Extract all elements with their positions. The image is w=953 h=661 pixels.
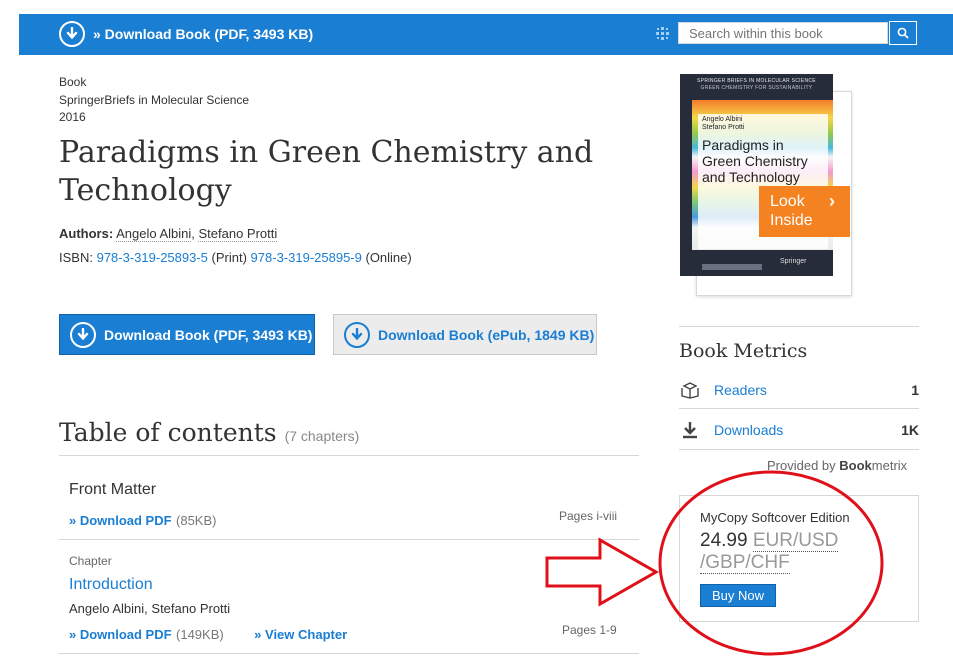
chapter-label: Chapter	[69, 554, 112, 568]
chapter-title-link[interactable]: Introduction	[69, 576, 153, 594]
metric-downloads-value: 1K	[901, 422, 919, 438]
file-size: (149KB)	[176, 627, 224, 642]
cover-series-subline: GREEN CHEMISTRY FOR SUSTAINABILITY	[700, 85, 813, 91]
toc-heading-text: Table of contents	[59, 418, 277, 447]
publication-year: 2016	[59, 110, 86, 124]
book-metrics-heading: Book Metrics	[679, 340, 808, 362]
metric-readers-value: 1	[911, 382, 919, 398]
metric-readers: Readers 1	[679, 378, 919, 402]
search-button[interactable]	[889, 21, 917, 45]
metric-downloads: Downloads 1K	[679, 418, 919, 442]
file-size: (85KB)	[176, 513, 217, 528]
isbn-online-suffix: (Online)	[365, 250, 412, 265]
page-range: Pages 1-9	[562, 623, 617, 637]
red-arrow-icon	[545, 537, 660, 607]
download-circle-icon	[344, 321, 370, 348]
isbn-print-suffix: (Print)	[211, 250, 247, 265]
top-download-bar: » Download Book (PDF, 3493 KB)	[19, 14, 953, 55]
divider	[59, 539, 639, 540]
toc-heading: Table of contents (7 chapters)	[59, 418, 359, 447]
look-inside-button[interactable]: Look Inside ›	[759, 186, 850, 237]
price-amount: 24.99	[700, 530, 748, 551]
isbn-label: ISBN:	[59, 250, 93, 265]
divider	[679, 326, 919, 327]
isbn-online-link[interactable]: 978-3-319-25895-9	[251, 250, 362, 265]
toc-item-title: Front Matter	[69, 481, 157, 498]
author-link-protti[interactable]: Stefano Protti	[198, 226, 278, 242]
cover-series-line: SPRINGER BRIEFS IN MOLECULAR SCIENCE	[697, 78, 816, 84]
download-epub-button[interactable]: Download Book (ePub, 1849 KB)	[333, 314, 597, 355]
isbn-line: ISBN: 978-3-319-25893-5 (Print) 978-3-31…	[59, 250, 412, 265]
download-pdf-label: Download Book (PDF, 3493 KB)	[104, 326, 313, 343]
chapter-authors: Angelo Albini, Stefano Protti	[69, 601, 231, 616]
search-icon	[897, 27, 909, 39]
toc-chapter-count: (7 chapters)	[284, 428, 360, 444]
bookmetrix-book: Book	[839, 458, 872, 473]
cover-author-1: Angelo Albini	[702, 116, 743, 123]
toc-item-download-row: » Download PDF (85KB)	[69, 512, 216, 530]
authors-line: Authors: Angelo Albini, Stefano Protti	[59, 226, 278, 242]
download-circle-icon	[59, 21, 85, 47]
authors-label: Authors:	[59, 226, 114, 241]
cover-publisher: Springer	[780, 258, 807, 265]
download-circle-icon	[70, 321, 96, 348]
download-pdf-button[interactable]: Download Book (PDF, 3493 KB)	[59, 314, 315, 355]
content-type: Book	[59, 75, 87, 89]
cover-author-2: Stefano Protti	[702, 124, 745, 131]
mycopy-price: 24.99 EUR/USD /GBP/CHF	[700, 530, 870, 574]
page-range: Pages i-viii	[559, 509, 618, 523]
divider	[59, 653, 639, 654]
divider	[679, 408, 919, 409]
author-link-albini[interactable]: Angelo Albini	[116, 226, 192, 242]
look-inside-label: Look Inside	[770, 193, 813, 229]
chevron-right-icon: ›	[829, 191, 835, 211]
search-within-book-input[interactable]	[678, 22, 888, 44]
divider	[679, 449, 919, 450]
mycopy-title: MyCopy Softcover Edition	[700, 510, 850, 525]
metric-readers-link[interactable]: Readers	[714, 382, 911, 398]
bookmetrix-credit[interactable]: Provided by Bookmetrix	[767, 458, 907, 473]
isbn-print-link[interactable]: 978-3-319-25893-5	[97, 250, 208, 265]
top-download-pdf-link[interactable]: » Download Book (PDF, 3493 KB)	[59, 21, 313, 47]
book-meta: Book SpringerBriefs in Molecular Science…	[59, 74, 249, 127]
provided-by-text: Provided by	[767, 458, 836, 473]
download-epub-label: Download Book (ePub, 1849 KB)	[378, 326, 595, 343]
view-chapter-link[interactable]: » View Chapter	[254, 627, 347, 642]
buy-now-button[interactable]: Buy Now	[700, 584, 776, 607]
drag-handle-icon	[656, 27, 669, 40]
bookmetrix-metrix: metrix	[871, 458, 908, 473]
cover-fineprint	[702, 264, 762, 270]
series-name: SpringerBriefs in Molecular Science	[59, 92, 250, 107]
book-cover-image[interactable]: SPRINGER BRIEFS IN MOLECULAR SCIENCE GRE…	[680, 74, 833, 276]
download-pdf-link[interactable]: » Download PDF	[69, 627, 172, 642]
cover-title: Paradigms in Green Chemistry and Technolog…	[702, 137, 808, 185]
page-title: Paradigms in Green Chemistry and Technol…	[59, 135, 594, 208]
readers-icon	[679, 381, 701, 399]
download-arrow-icon	[679, 421, 701, 439]
cover-authors: Angelo Albini Stefano Protti	[702, 116, 744, 132]
download-pdf-link[interactable]: » Download PDF	[69, 513, 172, 528]
toc-item-download-row: » Download PDF (149KB) » View Chapter	[69, 626, 347, 644]
divider	[59, 455, 639, 456]
metric-downloads-link[interactable]: Downloads	[714, 422, 901, 438]
top-download-pdf-label: » Download Book (PDF, 3493 KB)	[93, 26, 314, 42]
